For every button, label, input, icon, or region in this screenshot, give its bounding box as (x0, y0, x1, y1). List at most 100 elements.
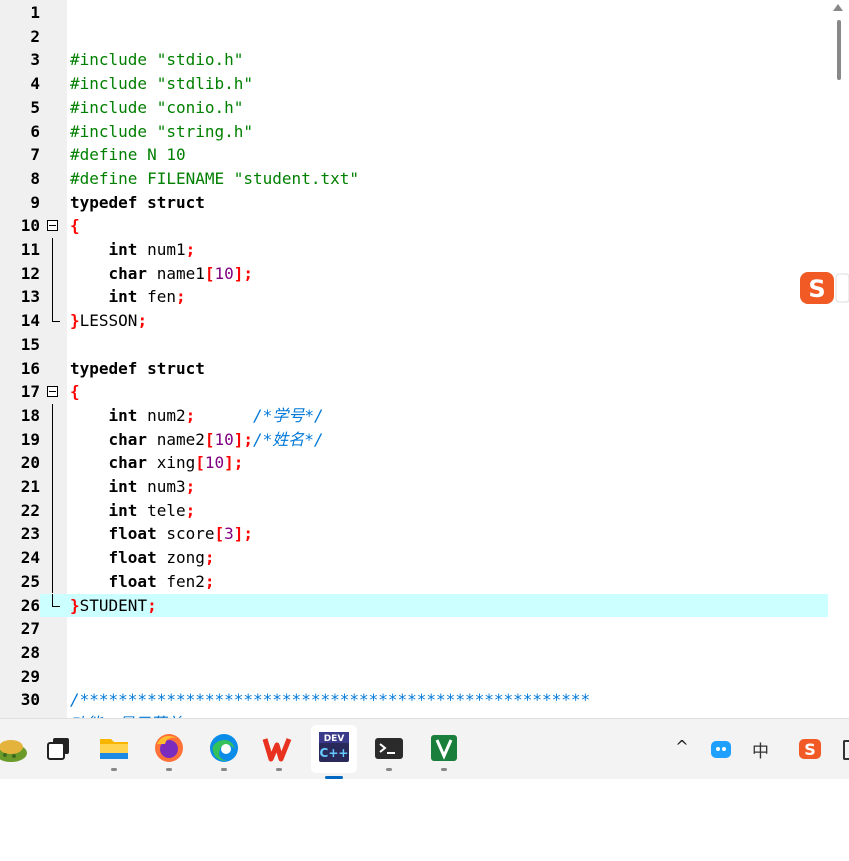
line-number: 10 (20, 216, 40, 236)
file-explorer-button[interactable] (97, 731, 131, 771)
code-token: int (108, 240, 138, 259)
file-explorer-icon (100, 739, 128, 759)
code-token: #include "conio.h" (70, 97, 244, 117)
edge-icon (210, 734, 238, 762)
line-number: 11 (20, 240, 40, 259)
line-number: 4 (30, 74, 40, 94)
code-token: int (108, 477, 138, 496)
line-number: 18 (20, 405, 40, 425)
code-line[interactable]: 5 #include "conio.h" (0, 96, 828, 120)
code-line[interactable]: 13 int fen; (0, 285, 828, 310)
code-line[interactable]: 25 float fen2; (0, 569, 828, 594)
code-text: int fen; (70, 285, 186, 309)
task-view-icon[interactable] (42, 731, 76, 765)
active-indicator (325, 776, 343, 779)
code-line[interactable]: 2 (0, 25, 828, 49)
code-line[interactable]: 1 (0, 1, 828, 25)
code-token: ; (185, 500, 196, 520)
firefox-button[interactable] (152, 731, 186, 771)
fold-guide-line (52, 498, 53, 523)
code-editor[interactable]: 1 2 3 #include "stdio.h" 4 #include "stdlib.h… (0, 0, 849, 718)
code-line[interactable]: 22 int tele; (0, 498, 828, 523)
code-line[interactable]: 6 #include "string.h" (0, 120, 828, 144)
code-text: #define N 10 (70, 143, 186, 167)
code-text: int num3; (70, 475, 196, 499)
ime-mode-indicator[interactable]: 中 (752, 737, 769, 762)
code-text: }STUDENT; (70, 594, 157, 618)
code-token: } (70, 595, 80, 615)
code-token: { (70, 382, 80, 402)
code-token: name1 (147, 263, 205, 283)
code-line[interactable]: 12 char name1[10]; (0, 261, 828, 286)
fold-guide-line (52, 546, 53, 570)
tray-overflow-chevron[interactable]: ^ (674, 737, 690, 757)
dev-cpp-button[interactable]: DEV C++ (311, 725, 357, 779)
code-line[interactable]: 24 float zong; (0, 546, 828, 570)
code-token: fen2 (156, 571, 205, 591)
code-line[interactable]: 21 int num3; (0, 475, 828, 499)
code-token: /*姓名*/ (253, 429, 324, 449)
fold-toggle-icon[interactable] (47, 220, 58, 232)
tray-sogou-icon[interactable]: S (798, 738, 822, 760)
code-token: 10 (214, 429, 234, 449)
code-line[interactable]: 20 char xing[10]; (0, 451, 828, 475)
scroll-up-arrow-icon[interactable] (833, 4, 843, 11)
running-indicator (441, 768, 447, 771)
code-line[interactable]: 15 (0, 333, 828, 357)
line-number: 6 (30, 121, 40, 141)
code-text: char xing[10]; (70, 451, 244, 475)
code-line[interactable]: 23 float score[3]; (0, 522, 828, 547)
code-line[interactable]: 8 #define FILENAME "student.txt" (0, 167, 828, 191)
fold-guide-line (52, 427, 53, 452)
code-line[interactable]: 30 /*************************************… (0, 688, 828, 712)
line-number: 29 (20, 666, 40, 686)
code-text: typedef struct (70, 191, 205, 215)
code-line[interactable]: 4 #include "stdlib.h" (0, 72, 828, 96)
code-text: #include "stdlib.h" (70, 72, 253, 96)
tray-bilibili-icon[interactable] (710, 738, 732, 760)
fold-toggle-icon[interactable] (47, 386, 58, 398)
running-indicator (276, 768, 282, 771)
code-token: 10 (204, 453, 225, 473)
code-text: float zong; (70, 546, 215, 570)
line-number: 5 (30, 97, 40, 117)
code-token: ; (185, 405, 196, 425)
code-line[interactable]: 26}STUDENT; (0, 593, 828, 618)
code-line[interactable]: 16 typedef struct (0, 357, 828, 381)
code-line[interactable]: 28 (0, 641, 828, 665)
code-line[interactable]: 27 (0, 617, 828, 641)
code-token: ; (204, 571, 215, 591)
code-line[interactable]: 9 typedef struct (0, 191, 828, 215)
edge-button[interactable] (207, 731, 241, 771)
code-line[interactable]: 11 int num1; (0, 238, 828, 262)
code-token: char (108, 453, 148, 473)
code-token: zong (156, 548, 205, 568)
tray-notification-icon[interactable] (843, 740, 849, 760)
code-line[interactable]: 10 { (0, 214, 828, 238)
code-token: ; (137, 311, 148, 331)
vim-button[interactable] (427, 731, 461, 771)
code-token: ; (147, 595, 157, 615)
vim-icon (431, 735, 457, 761)
code-line[interactable]: 3 #include "stdio.h" (0, 48, 828, 72)
code-text: float score[3]; (70, 522, 254, 546)
fold-guide-line (52, 403, 53, 428)
sogou-ime-floating-icon[interactable]: S (798, 270, 849, 306)
wps-office-button[interactable] (262, 731, 296, 771)
svg-text:S: S (808, 275, 825, 303)
code-line[interactable]: 29 (0, 665, 828, 689)
code-line[interactable]: 19 char name2[10];/*姓名*/ (0, 427, 828, 452)
line-number: 30 (20, 690, 40, 710)
code-line[interactable]: 18 int num2; /*学号*/ (0, 403, 828, 428)
code-line[interactable]: 7 #define N 10 (0, 143, 828, 167)
code-token: ; (185, 477, 196, 496)
code-line[interactable]: 17 { (0, 380, 828, 404)
code-text: int num1; (70, 238, 196, 262)
code-text: int tele; (70, 499, 196, 523)
terminal-button[interactable] (372, 731, 406, 771)
widgets-icon[interactable] (0, 731, 28, 765)
code-token: #define N 10 (70, 145, 186, 165)
vertical-scrollbar-thumb[interactable] (837, 20, 841, 80)
code-line[interactable]: 14}LESSON; (0, 309, 828, 333)
